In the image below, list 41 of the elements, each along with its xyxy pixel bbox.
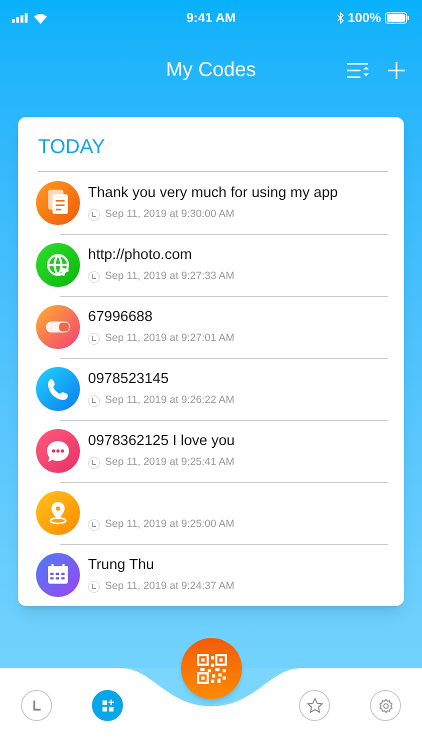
location-pin-icon <box>36 491 80 535</box>
timestamp: Sep 11, 2019 at 9:30:00 AM <box>105 207 234 222</box>
document-icon <box>36 181 80 225</box>
clock-icon <box>88 519 100 531</box>
clock-icon <box>88 209 100 221</box>
timestamp: Sep 11, 2019 at 9:24:37 AM <box>105 579 234 594</box>
chat-bubble-icon <box>36 429 80 473</box>
sort-icon <box>346 60 370 80</box>
qr-code-tab[interactable] <box>92 690 123 721</box>
code-title: Thank you very much for using my app <box>88 184 338 204</box>
qr-code-icon <box>196 652 228 684</box>
star-tab[interactable] <box>299 690 330 721</box>
scan-button[interactable] <box>181 638 242 699</box>
timestamp: Sep 11, 2019 at 9:25:41 AM <box>105 455 234 470</box>
signal-icon <box>12 13 29 23</box>
calendar-icon <box>36 553 80 597</box>
phone-icon <box>36 367 80 411</box>
page-title: My Codes <box>166 58 256 83</box>
timestamp: Sep 11, 2019 at 9:27:01 AM <box>105 331 234 346</box>
timestamp: Sep 11, 2019 at 9:27:33 AM <box>105 269 234 284</box>
timestamp: Sep 11, 2019 at 9:26:22 AM <box>105 393 234 408</box>
code-title: 0978362125 I love you <box>88 432 235 452</box>
battery-icon <box>385 12 410 24</box>
settings-tab[interactable] <box>370 690 401 721</box>
battery-percent: 100% <box>348 9 381 28</box>
clock-icon <box>88 581 100 593</box>
code-title: Trung Thu <box>88 556 154 576</box>
plus-icon <box>386 60 406 80</box>
clock-icon <box>88 333 100 345</box>
bluetooth-icon <box>336 12 344 24</box>
clock-icon <box>88 457 100 469</box>
clock-tab[interactable] <box>21 690 52 721</box>
clock-icon <box>88 271 100 283</box>
status-time: 9:41 AM <box>186 9 236 28</box>
section-title: TODAY <box>38 135 106 160</box>
code-title: http://photo.com <box>88 246 192 266</box>
timestamp: Sep 11, 2019 at 9:25:00 AM <box>105 517 234 532</box>
code-title: 0978523145 <box>88 370 169 390</box>
clock-icon <box>88 395 100 407</box>
code-title: 67996688 <box>88 308 153 328</box>
globe-icon <box>36 243 80 287</box>
